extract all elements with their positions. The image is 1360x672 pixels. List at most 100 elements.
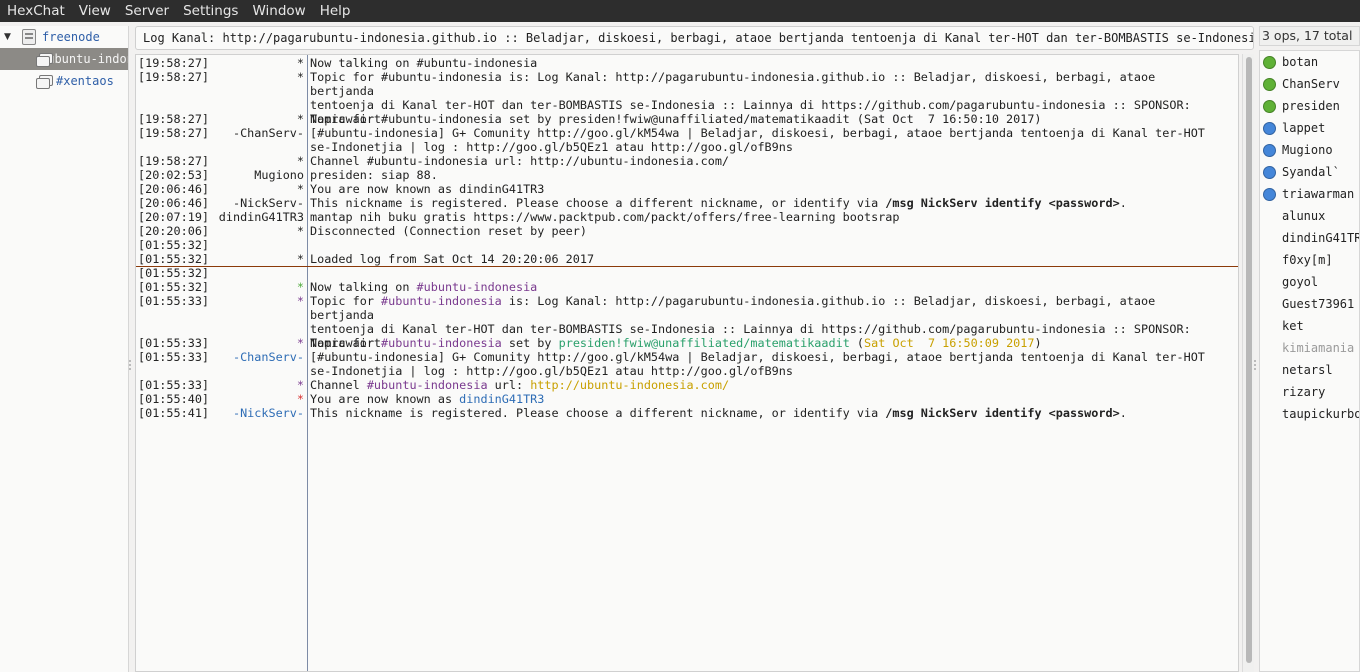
voice-status-icon	[1263, 121, 1276, 135]
voice-status-icon	[1263, 143, 1276, 157]
user-nick: botan	[1282, 55, 1319, 69]
channel-link[interactable]: #ubuntu-indonesia	[367, 378, 488, 392]
message: Channel #ubuntu-indonesia url: http://ub…	[310, 154, 730, 168]
message: Disconnected (Connection reset by peer)	[310, 224, 587, 238]
nick: *	[296, 294, 304, 308]
timestamp: [01:55:32]	[138, 238, 210, 252]
timestamp: [19:58:27]	[138, 56, 210, 70]
nick: -ChanServ-	[232, 126, 304, 140]
nick: *	[296, 392, 304, 406]
menu-server[interactable]: Server	[118, 0, 176, 22]
user-list-item[interactable]: ChanServ	[1260, 73, 1359, 95]
user-list-item[interactable]: Guest73961	[1260, 293, 1359, 315]
op-status-icon	[1263, 77, 1276, 91]
user-list-item[interactable]: alunux	[1260, 205, 1359, 227]
message: You are now known as dindinG41TR3	[310, 392, 545, 406]
nick-separator	[307, 55, 308, 671]
marker-line	[136, 266, 1238, 267]
message: presiden: siap 88.	[310, 168, 438, 182]
channel-label: #xentaos	[56, 74, 114, 88]
channel-link[interactable]: #ubuntu-indonesia	[417, 280, 538, 294]
timestamp: [01:55:33]	[138, 350, 210, 364]
user-list-item[interactable]: f0xy[m]	[1260, 249, 1359, 271]
menu-settings[interactable]: Settings	[176, 0, 245, 22]
user-nick: presiden	[1282, 99, 1340, 113]
user-nick: rizary	[1282, 385, 1326, 399]
user-list-item[interactable]: goyol	[1260, 271, 1359, 293]
user-nick: Mugiono	[1282, 143, 1333, 157]
user-nick: kimiamania	[1282, 341, 1355, 355]
menu-window[interactable]: Window	[245, 0, 312, 22]
message: You are now known as dindinG41TR3	[310, 182, 545, 196]
tree-channel-ubuntu-indonesia[interactable]: #ubuntu-indonesia	[0, 48, 128, 70]
user-list-item[interactable]: netarsl	[1260, 359, 1359, 381]
user-list-item[interactable]: triawarman	[1260, 183, 1359, 205]
channel-link[interactable]: #ubuntu-indonesia	[381, 336, 502, 350]
user-list: botan ChanServ presiden lappet Mugiono Syanda…	[1259, 50, 1360, 672]
chat-scrollbar[interactable]	[1242, 54, 1254, 672]
menu-bar: HexChat View Server Settings Window Help	[0, 0, 1360, 22]
user-nick: goyol	[1282, 275, 1319, 289]
nick: -NickServ-	[232, 406, 304, 420]
message: Topic for #ubuntu-indonesia set by presi…	[310, 112, 1042, 126]
nick: *	[296, 112, 304, 126]
user-list-item[interactable]: lappet	[1260, 117, 1359, 139]
user-list-item[interactable]: presiden	[1260, 95, 1359, 117]
message: Now talking on #ubuntu-indonesia	[310, 56, 538, 70]
nick: dindinG41TR3	[218, 210, 304, 224]
user-nick: Syandal`	[1282, 165, 1340, 179]
menu-help[interactable]: Help	[313, 0, 358, 22]
channel-icon	[36, 74, 53, 89]
scrollbar-thumb[interactable]	[1246, 57, 1252, 663]
nick: -ChanServ-	[232, 350, 304, 364]
nick: *	[296, 280, 304, 294]
nick: -NickServ-	[232, 196, 304, 210]
user-list-item[interactable]: rizary	[1260, 381, 1359, 403]
pane-resize-handle-right[interactable]	[1254, 360, 1257, 370]
user-list-item[interactable]: kimiamania	[1260, 337, 1359, 359]
user-list-item[interactable]: Mugiono	[1260, 139, 1359, 161]
timestamp: [01:55:33]	[138, 294, 210, 308]
user-count: 3 ops, 17 total	[1259, 26, 1360, 46]
topic-bar[interactable]: Log Kanal: http://pagarubuntu-indonesia.…	[135, 26, 1254, 50]
menu-hexchat[interactable]: HexChat	[0, 0, 72, 22]
voice-status-icon	[1263, 187, 1276, 201]
menu-view[interactable]: View	[72, 0, 118, 22]
server-icon	[22, 29, 36, 45]
message: Topic for #ubuntu-indonesia set by presi…	[310, 336, 1042, 350]
nick: *	[296, 70, 304, 84]
timestamp: [01:55:32]	[138, 266, 210, 280]
user-list-item[interactable]: ket	[1260, 315, 1359, 337]
op-status-icon	[1263, 55, 1276, 69]
user-nick: alunux	[1282, 209, 1326, 223]
nick: *	[296, 224, 304, 238]
timestamp: [20:06:46]	[138, 196, 210, 210]
channel-link[interactable]: #ubuntu-indonesia	[381, 294, 502, 308]
url-link[interactable]: http://ubuntu-indonesia.com/	[530, 378, 729, 392]
timestamp: [01:55:40]	[138, 392, 210, 406]
expand-arrow-icon[interactable]: ▼	[4, 32, 14, 42]
timestamp: [01:55:33]	[138, 378, 210, 392]
topic-date: Sat Oct 7 16:50:09 2017	[864, 336, 1035, 350]
user-nick: Guest73961	[1282, 297, 1355, 311]
tree-server-freenode[interactable]: ▼ freenode	[0, 26, 128, 48]
timestamp: [19:58:27]	[138, 154, 210, 168]
user-list-item[interactable]: botan	[1260, 51, 1359, 73]
message: Now talking on #ubuntu-indonesia	[310, 280, 538, 294]
user-nick: lappet	[1282, 121, 1326, 135]
user-list-item[interactable]: Syandal`	[1260, 161, 1359, 183]
user-nick: dindinG41TR3	[1282, 231, 1359, 245]
pane-resize-handle-left[interactable]	[129, 360, 132, 370]
message: This nickname is registered. Please choo…	[310, 406, 1127, 420]
user-nick: ChanServ	[1282, 77, 1340, 91]
message: Channel #ubuntu-indonesia url: http://ub…	[310, 378, 730, 392]
user-nick: f0xy[m]	[1282, 253, 1333, 267]
message: mantap nih buku gratis https://www.packt…	[310, 210, 900, 224]
user-list-item[interactable]: taupickurbo	[1260, 403, 1359, 425]
tree-channel-xentaos[interactable]: #xentaos	[0, 70, 128, 92]
timestamp: [01:55:41]	[138, 406, 210, 420]
chat-view[interactable]: [19:58:27] * Now talking on #ubuntu-indone…	[135, 54, 1239, 672]
channel-tree: ▼ freenode #ubuntu-indonesia #xentaos	[0, 26, 129, 672]
nick-link[interactable]: dindinG41TR3	[459, 392, 544, 406]
user-list-item[interactable]: dindinG41TR3	[1260, 227, 1359, 249]
